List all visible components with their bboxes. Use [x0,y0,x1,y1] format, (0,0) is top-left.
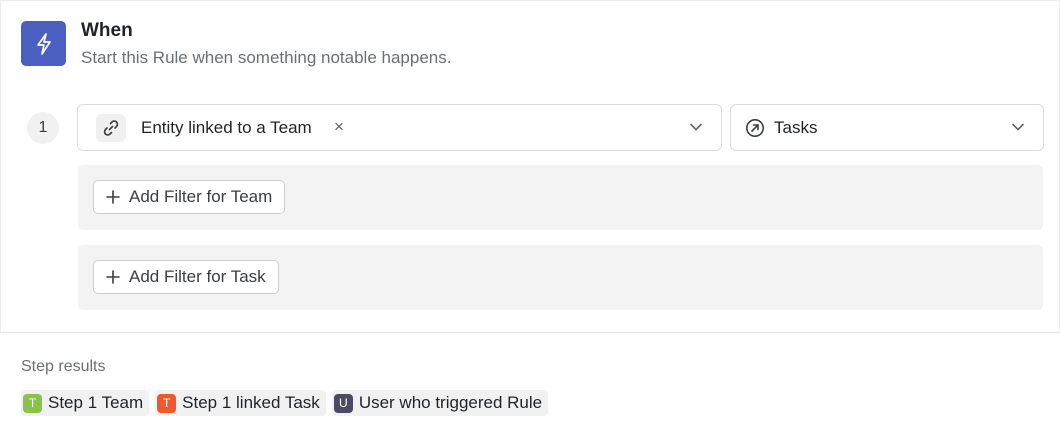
step-results-chips: T Step 1 Team T Step 1 linked Task U Use… [21,390,549,416]
arrow-up-right-circle-icon [745,118,765,143]
chip-letter: T [157,393,177,413]
result-chip-team[interactable]: T Step 1 Team [21,390,150,416]
chip-label: Step 1 linked Task [182,393,320,412]
add-filter-task-button[interactable]: Add Filter for Task [93,260,279,294]
plus-icon [106,270,120,284]
result-chip-user[interactable]: U User who triggered Rule [331,390,549,416]
entity-label: Tasks [774,118,818,137]
add-filter-team-button[interactable]: Add Filter for Team [93,180,286,214]
lightning-icon [21,21,66,66]
add-filter-task-label: Add Filter for Task [129,267,266,286]
step-number: 1 [27,112,59,144]
link-icon [96,114,126,142]
chip-label: User who triggered Rule [358,393,543,412]
team-filter-panel: Add Filter for Team [78,165,1043,230]
divider [0,332,1060,333]
chip-letter: T [23,393,42,413]
chip-label: Step 1 Team [48,393,144,412]
entity-select[interactable]: Tasks [730,104,1044,151]
clear-trigger-button[interactable]: × [334,117,344,137]
add-filter-team-label: Add Filter for Team [129,187,273,206]
chip-letter: U [333,393,353,413]
chevron-down-icon[interactable] [689,120,703,139]
plus-icon [106,190,120,204]
section-title: When [81,20,133,41]
step-results-label: Step results [21,358,106,375]
trigger-label: Entity linked to a Team [141,118,312,137]
trigger-select[interactable]: Entity linked to a Team × [77,104,722,151]
task-filter-panel: Add Filter for Task [78,245,1043,310]
section-subtitle: Start this Rule when something notable h… [81,48,452,67]
result-chip-task[interactable]: T Step 1 linked Task [155,390,326,416]
chevron-down-icon[interactable] [1011,120,1025,139]
